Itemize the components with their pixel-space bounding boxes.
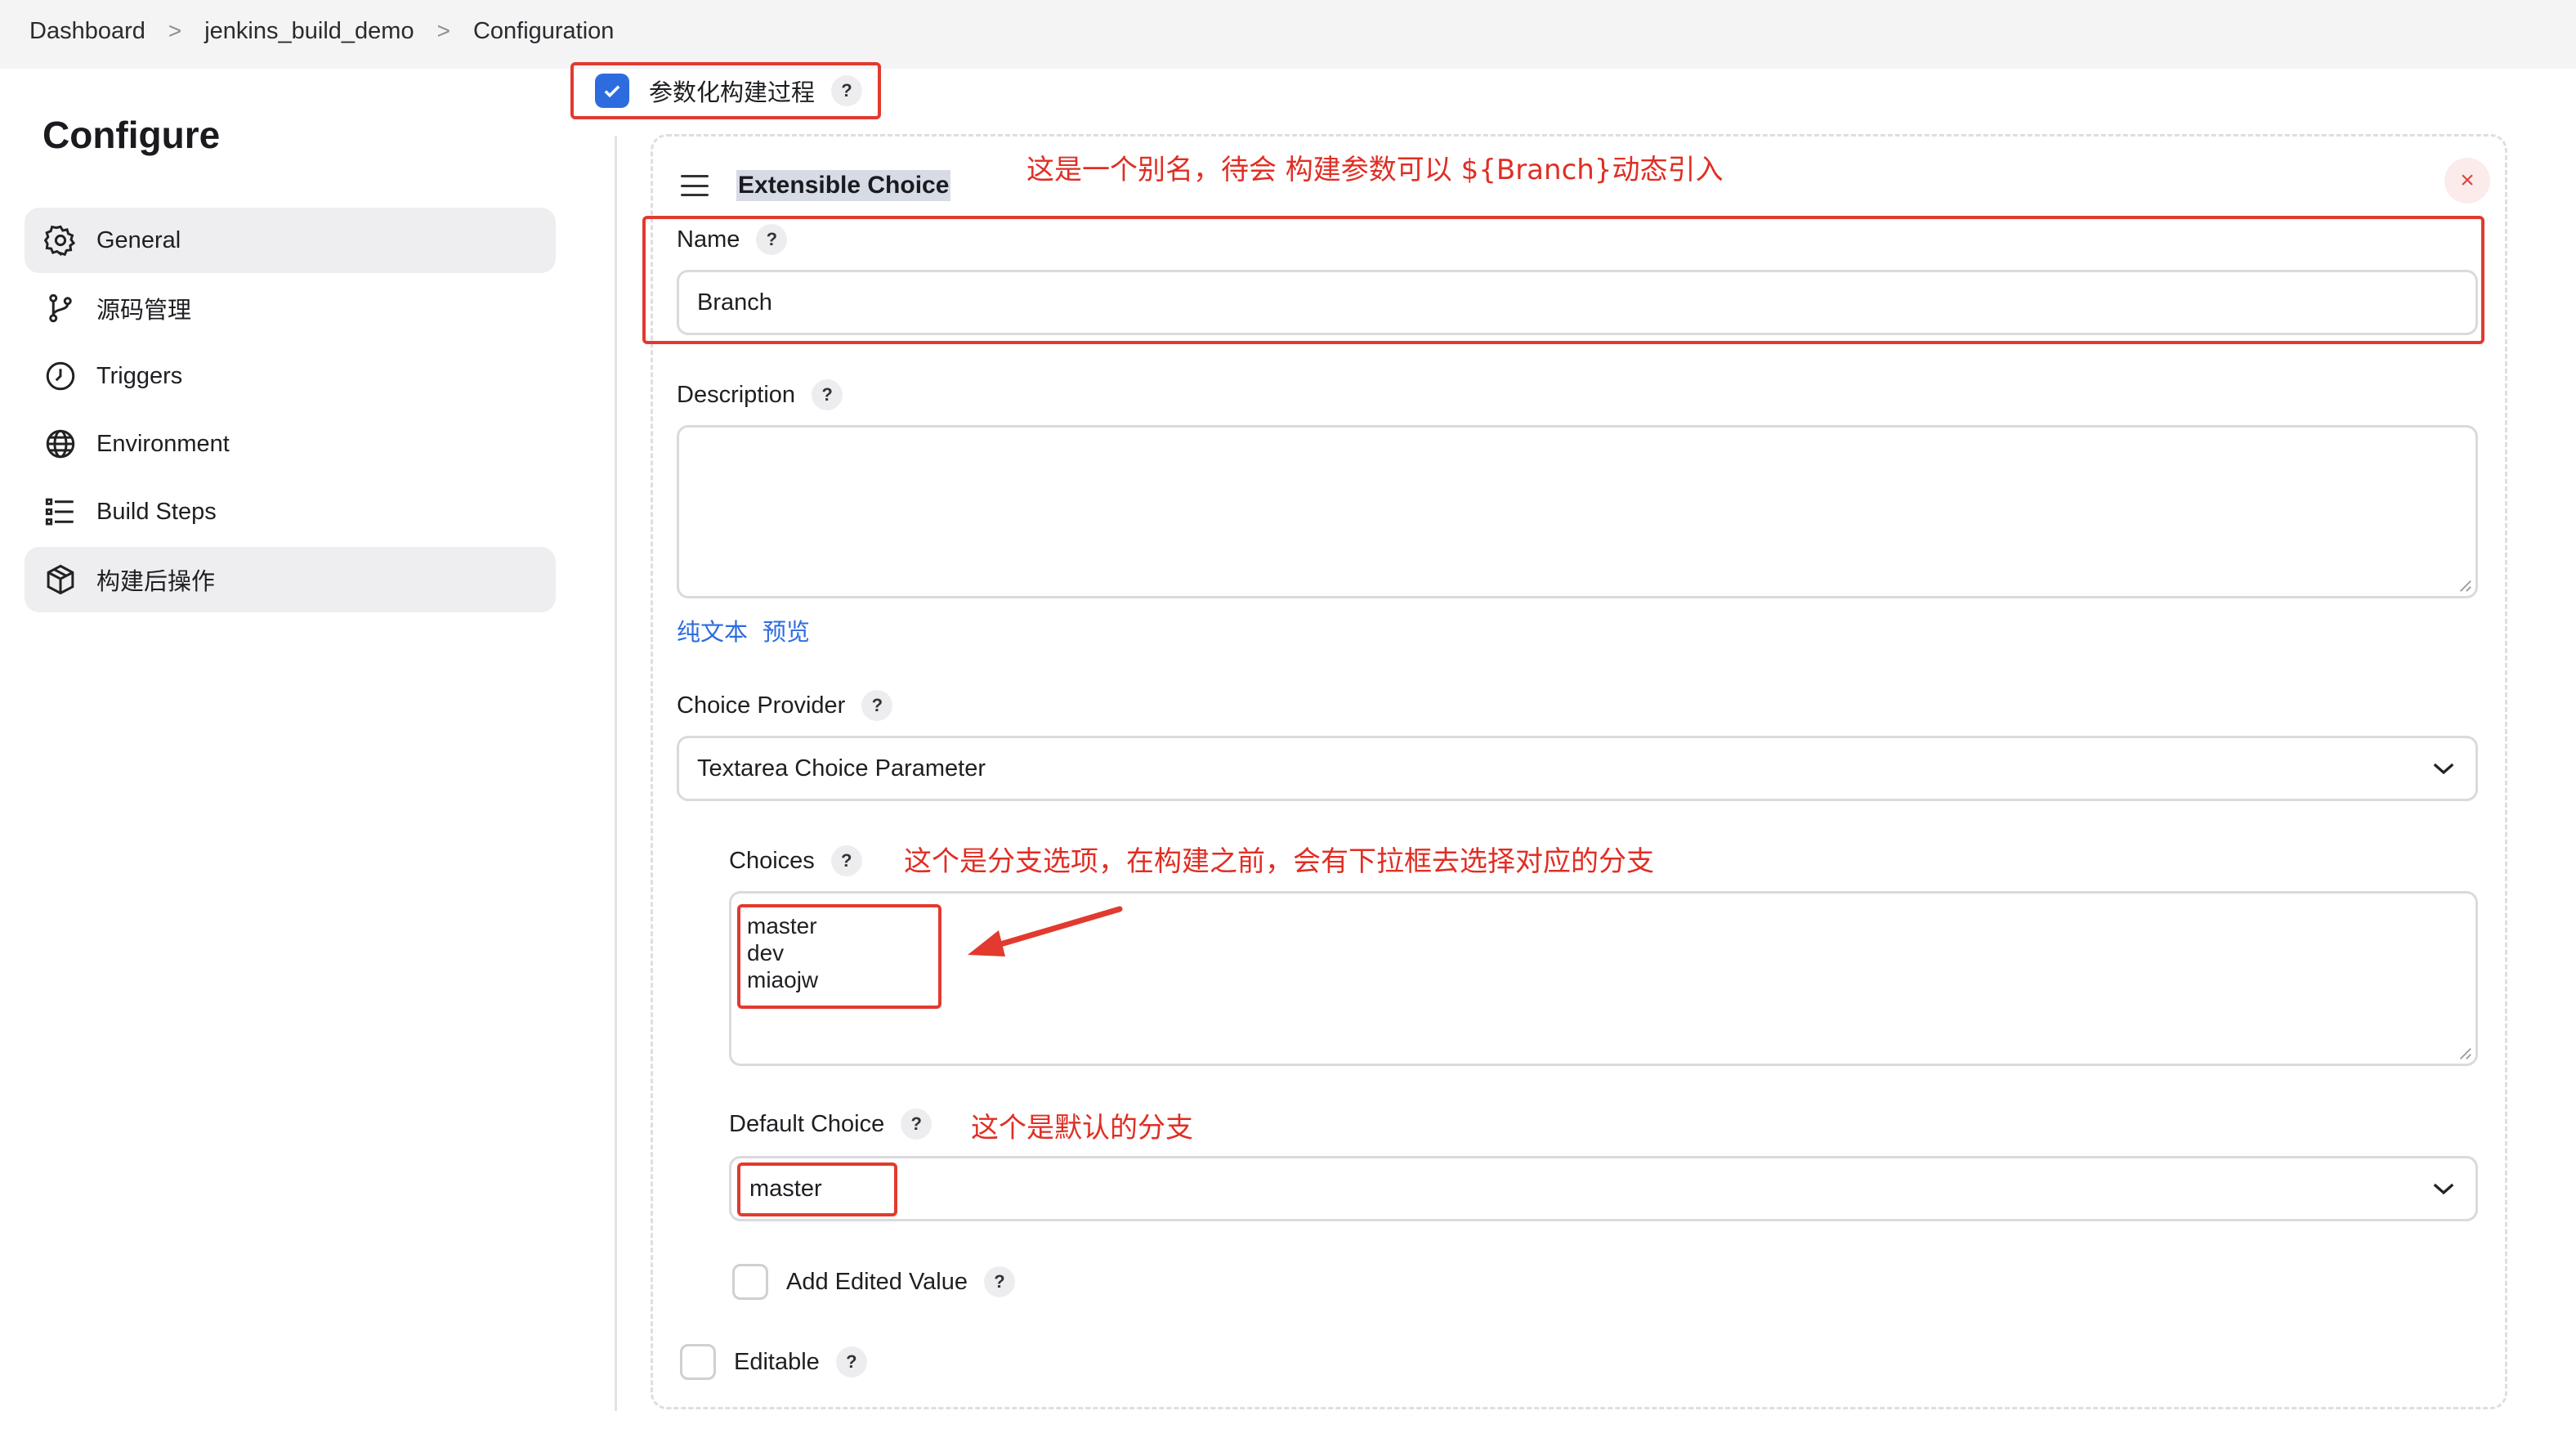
- sidebar-item-post-build[interactable]: 构建后操作: [25, 547, 556, 612]
- breadcrumb-bar: Dashboard > jenkins_build_demo > Configu…: [0, 0, 2576, 69]
- sidebar-item-general[interactable]: General: [25, 208, 556, 273]
- delete-parameter-button[interactable]: ×: [2444, 158, 2490, 204]
- list-icon: [42, 494, 78, 530]
- choice-provider-select[interactable]: Textarea Choice Parameter: [677, 736, 2478, 801]
- card-header: Extensible Choice: [681, 161, 951, 210]
- resize-handle-icon[interactable]: [2457, 578, 2472, 593]
- default-choice-label: Default Choice ?: [729, 1109, 932, 1140]
- plain-text-link[interactable]: 纯文本: [677, 613, 748, 647]
- choices-label-text: Choices: [729, 847, 815, 874]
- default-choice-label-text: Default Choice: [729, 1110, 885, 1137]
- annotation-default-note: 这个是默认的分支: [971, 1112, 1193, 1145]
- annotation-box-param: [570, 62, 881, 119]
- add-edited-value-checkbox[interactable]: [732, 1264, 768, 1300]
- sidebar-item-label: 源码管理: [96, 298, 192, 324]
- drag-handle-icon[interactable]: [681, 175, 709, 196]
- help-icon[interactable]: ?: [812, 379, 843, 410]
- choice-provider-label: Choice Provider ?: [677, 690, 893, 721]
- sidebar-item-environment[interactable]: Environment: [25, 411, 556, 477]
- description-label: Description ?: [677, 379, 843, 410]
- choice-provider-value: Textarea Choice Parameter: [697, 755, 986, 782]
- description-label-text: Description: [677, 381, 796, 408]
- annotation-choices-note: 这个是分支选项，在构建之前，会有下拉框去选择对应的分支: [904, 845, 1654, 878]
- sidebar-item-label: 构建后操作: [96, 569, 216, 595]
- add-edited-value-label: Add Edited Value: [786, 1268, 968, 1295]
- preview-link[interactable]: 预览: [763, 613, 810, 647]
- annotation-box-default: [737, 1162, 897, 1216]
- breadcrumb-configuration[interactable]: Configuration: [473, 18, 615, 45]
- help-icon[interactable]: ?: [830, 845, 862, 876]
- choices-label: Choices ?: [729, 845, 862, 876]
- description-textarea[interactable]: [677, 425, 2478, 598]
- sidebar-item-label: Environment: [96, 430, 230, 457]
- default-choice-select[interactable]: master: [729, 1156, 2478, 1221]
- add-edited-value-row: Add Edited Value ?: [732, 1264, 1015, 1300]
- globe-icon: [42, 426, 78, 462]
- gear-icon: [42, 222, 78, 258]
- sidebar-item-build-steps[interactable]: Build Steps: [25, 479, 556, 544]
- editable-checkbox[interactable]: [680, 1344, 716, 1380]
- sidebar-nav: General 源码管理 Triggers Environment Build …: [25, 208, 556, 615]
- annotation-box-name: [642, 216, 2484, 344]
- sidebar-item-label: Triggers: [96, 362, 183, 389]
- page-title: Configure: [42, 114, 221, 156]
- sidebar-item-label: Build Steps: [96, 498, 217, 525]
- help-icon[interactable]: ?: [861, 690, 893, 721]
- chevron-right-icon: >: [168, 18, 182, 43]
- branch-icon: [42, 290, 78, 326]
- editable-row: Editable ?: [680, 1344, 867, 1380]
- breadcrumb-dashboard[interactable]: Dashboard: [29, 18, 145, 45]
- breadcrumb: Dashboard > jenkins_build_demo > Configu…: [29, 0, 614, 62]
- close-icon: ×: [2460, 167, 2475, 194]
- annotation-arrow-icon: [968, 906, 1123, 956]
- chevron-down-icon: [2433, 763, 2454, 775]
- help-icon[interactable]: ?: [901, 1109, 932, 1140]
- chevron-down-icon: [2433, 1183, 2454, 1195]
- annotation-box-choices: [737, 904, 941, 1009]
- card-title: Extensible Choice: [736, 170, 951, 201]
- chevron-right-icon: >: [436, 18, 450, 43]
- sidebar-item-label: General: [96, 226, 181, 253]
- help-icon[interactable]: ?: [835, 1346, 867, 1377]
- resize-handle-icon[interactable]: [2457, 1046, 2472, 1060]
- sidebar-item-triggers[interactable]: Triggers: [25, 343, 556, 409]
- format-links: 纯文本 预览: [677, 613, 810, 647]
- package-icon: [42, 562, 78, 598]
- clock-icon: [42, 358, 78, 394]
- sidebar-item-scm[interactable]: 源码管理: [25, 275, 556, 341]
- help-icon[interactable]: ?: [983, 1266, 1015, 1297]
- editable-label: Editable: [734, 1348, 820, 1375]
- breadcrumb-job[interactable]: jenkins_build_demo: [204, 18, 414, 45]
- annotation-name-note: 这是一个别名，待会 构建参数可以 ${Branch}动态引入: [1026, 154, 1724, 186]
- choice-provider-label-text: Choice Provider: [677, 692, 846, 719]
- section-divider: [615, 136, 617, 1411]
